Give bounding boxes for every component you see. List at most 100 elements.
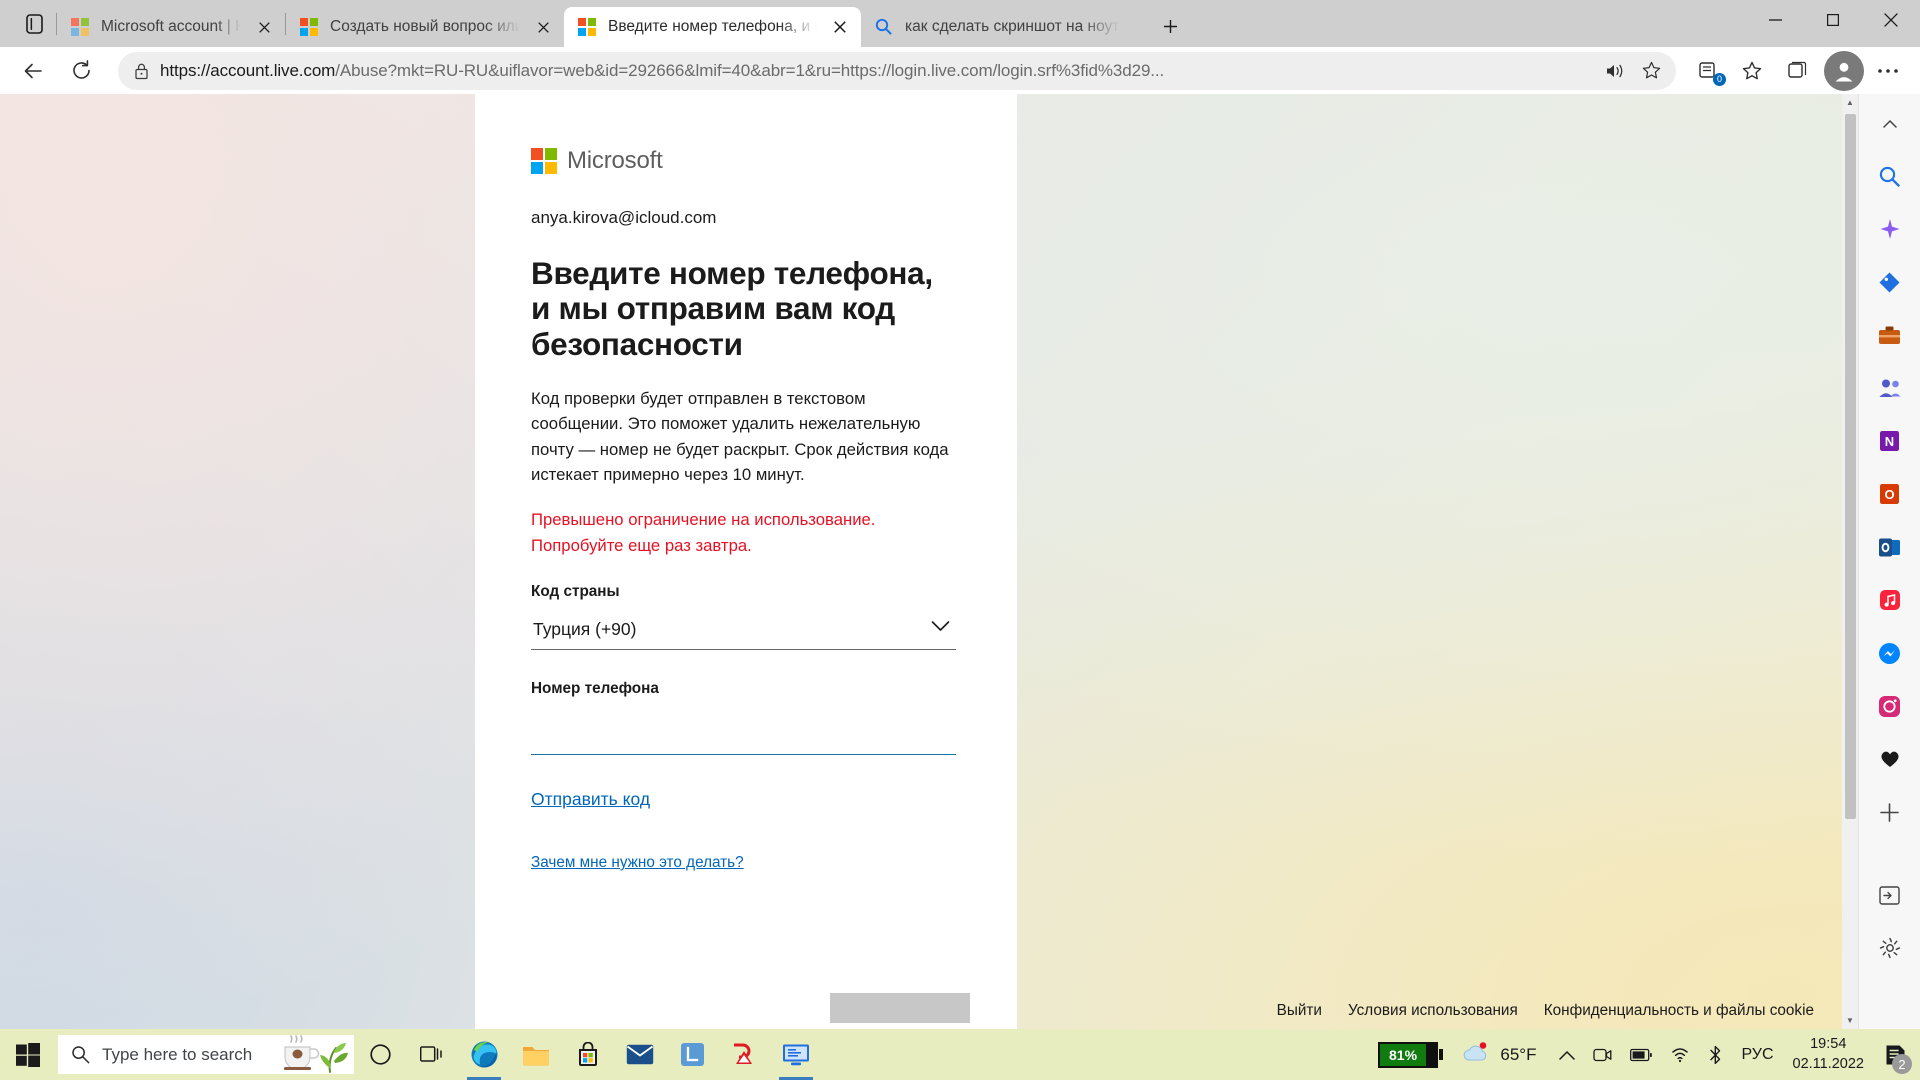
- tab-actions-icon[interactable]: [12, 4, 56, 44]
- microsoft-logo-icon: [578, 17, 597, 37]
- instagram-icon[interactable]: [1869, 685, 1911, 727]
- mail-icon[interactable]: [614, 1029, 666, 1080]
- settings-more-icon[interactable]: [1868, 52, 1908, 90]
- svg-text:N: N: [1885, 434, 1894, 449]
- sidebar-settings-icon[interactable]: [1869, 927, 1911, 969]
- maximize-icon[interactable]: [1804, 0, 1862, 40]
- scrollbar-thumb[interactable]: [1845, 114, 1856, 819]
- address-bar[interactable]: https://account.live.com/Abuse?mkt=RU-RU…: [118, 51, 1676, 90]
- url-origin: https://account.live.com: [160, 60, 336, 80]
- battery-tip: [1439, 1049, 1444, 1060]
- remote-desktop-icon[interactable]: [770, 1029, 822, 1080]
- bluetooth-icon[interactable]: [1699, 1029, 1732, 1080]
- footer-link-signout[interactable]: Выйти: [1277, 1002, 1322, 1020]
- search-decoration-icon: [278, 1035, 350, 1074]
- chevron-up-icon[interactable]: [1869, 102, 1911, 144]
- phone-number-label: Номер телефона: [531, 680, 659, 698]
- error-message: Превышено ограничение на использование. …: [531, 510, 876, 555]
- collections-add-icon[interactable]: 0: [1688, 52, 1728, 90]
- footer-link-privacy[interactable]: Конфиденциальность и файлы cookie: [1544, 1002, 1814, 1020]
- show-hidden-icons-chevron[interactable]: [1550, 1029, 1584, 1080]
- favorites-star-icon[interactable]: [1634, 55, 1668, 87]
- cloud-icon: [1461, 1041, 1491, 1068]
- notification-count-badge: 2: [1892, 1054, 1912, 1074]
- tab-title: Microsoft account | Home: [101, 18, 241, 35]
- microsoft-brand: Microsoft: [531, 147, 956, 175]
- browser-toolbar: https://account.live.com/Abuse?mkt=RU-RU…: [0, 47, 1920, 94]
- page-scrollbar[interactable]: ▲ ▼: [1842, 94, 1858, 1029]
- close-icon[interactable]: [1862, 0, 1920, 40]
- close-icon[interactable]: [530, 14, 556, 40]
- tab-title: Создать новый вопрос или нач: [330, 18, 520, 35]
- battery-shell: 81%: [1378, 1041, 1439, 1068]
- teams-people-icon[interactable]: [1869, 367, 1911, 409]
- profile-avatar[interactable]: [1824, 50, 1864, 91]
- phone-number-input[interactable]: [531, 706, 956, 755]
- browser-window: Microsoft account | Home Создать новый в…: [0, 0, 1920, 1029]
- phone-number-field[interactable]: [531, 706, 956, 756]
- weather-widget[interactable]: 65°F: [1451, 1041, 1550, 1068]
- page-footer: Выйти Условия использования Конфиденциал…: [1277, 993, 1858, 1029]
- bitdefender-icon[interactable]: [718, 1029, 770, 1080]
- cortana-icon[interactable]: [354, 1029, 406, 1080]
- account-email: anya.kirova@icloud.com: [531, 208, 717, 227]
- wifi-icon[interactable]: [1661, 1029, 1699, 1080]
- meet-now-camera-icon[interactable]: [1584, 1029, 1621, 1080]
- microsoft-logo-icon: [71, 17, 90, 37]
- clock[interactable]: 19:54 02.11.2022: [1783, 1035, 1875, 1074]
- browser-tab[interactable]: Microsoft account | Home: [57, 7, 285, 47]
- outlook-icon[interactable]: [1869, 526, 1911, 568]
- window-controls: [1746, 0, 1920, 47]
- office-icon[interactable]: O: [1869, 473, 1911, 515]
- music-icon[interactable]: [1869, 579, 1911, 621]
- add-sidebar-app-icon[interactable]: [1869, 791, 1911, 833]
- page-title: Введите номер телефона, и мы отправим ва…: [531, 255, 933, 362]
- captcha-placeholder[interactable]: [830, 993, 970, 1023]
- taskbar-search-box[interactable]: Type here to search: [58, 1035, 354, 1074]
- onenote-icon[interactable]: N: [1869, 420, 1911, 462]
- country-code-select[interactable]: Турция (+90): [531, 609, 956, 651]
- tab-title: Введите номер телефона, и мы: [608, 18, 817, 35]
- shopping-deals-icon[interactable]: [1869, 261, 1911, 303]
- scroll-up-arrow[interactable]: ▲: [1842, 94, 1858, 111]
- microsoft-edge-icon[interactable]: [458, 1029, 510, 1080]
- system-tray: 81% 65°F РУС 19:54 02.11.2022 2: [1378, 1029, 1920, 1080]
- minimize-icon[interactable]: [1746, 0, 1804, 40]
- send-code-link[interactable]: Отправить код: [531, 789, 650, 810]
- windows-start-icon[interactable]: [0, 1029, 56, 1080]
- file-explorer-icon[interactable]: [510, 1029, 562, 1080]
- battery-percent: 81%: [1380, 1043, 1426, 1066]
- browser-tab[interactable]: Создать новый вопрос или нач: [286, 7, 564, 47]
- sign-in-card: Microsoft anya.kirova@icloud.com Введите…: [475, 94, 1017, 1029]
- footer-link-terms[interactable]: Условия использования: [1348, 1002, 1518, 1020]
- messenger-icon[interactable]: [1869, 632, 1911, 674]
- bing-search-icon[interactable]: [1869, 155, 1911, 197]
- scroll-down-arrow[interactable]: ▼: [1842, 1012, 1858, 1029]
- office-tools-icon[interactable]: [1869, 314, 1911, 356]
- battery-tray-icon[interactable]: [1621, 1029, 1661, 1080]
- why-do-i-need-this-link[interactable]: Зачем мне нужно это делать?: [531, 854, 744, 872]
- battery-indicator[interactable]: 81%: [1378, 1041, 1444, 1068]
- open-sidebar-icon[interactable]: [1869, 874, 1911, 916]
- collections-icon[interactable]: [1776, 52, 1816, 90]
- new-tab-button[interactable]: [1152, 9, 1188, 43]
- clock-time: 19:54: [1810, 1035, 1847, 1052]
- lightshot-icon[interactable]: [666, 1029, 718, 1080]
- drop-favorites-icon[interactable]: [1869, 738, 1911, 780]
- browser-tab[interactable]: как сделать скриншот на ноутб: [861, 7, 1146, 47]
- lock-icon[interactable]: [122, 54, 160, 88]
- refresh-icon[interactable]: [60, 52, 102, 90]
- close-icon[interactable]: [251, 14, 277, 40]
- bing-chat-sparkle-icon[interactable]: [1869, 208, 1911, 250]
- page-viewport: Microsoft anya.kirova@icloud.com Введите…: [0, 94, 1858, 1029]
- read-aloud-icon[interactable]: [1598, 55, 1632, 87]
- action-center-icon[interactable]: 2: [1874, 1029, 1916, 1080]
- browser-tab-active[interactable]: Введите номер телефона, и мы: [564, 7, 861, 47]
- close-icon[interactable]: [827, 14, 853, 40]
- favorites-star-icon[interactable]: [1732, 52, 1772, 90]
- back-arrow-icon[interactable]: [12, 52, 54, 90]
- task-view-icon[interactable]: [406, 1029, 458, 1080]
- language-indicator[interactable]: РУС: [1732, 1029, 1782, 1080]
- country-code-label: Код страны: [531, 583, 620, 601]
- microsoft-store-icon[interactable]: [562, 1029, 614, 1080]
